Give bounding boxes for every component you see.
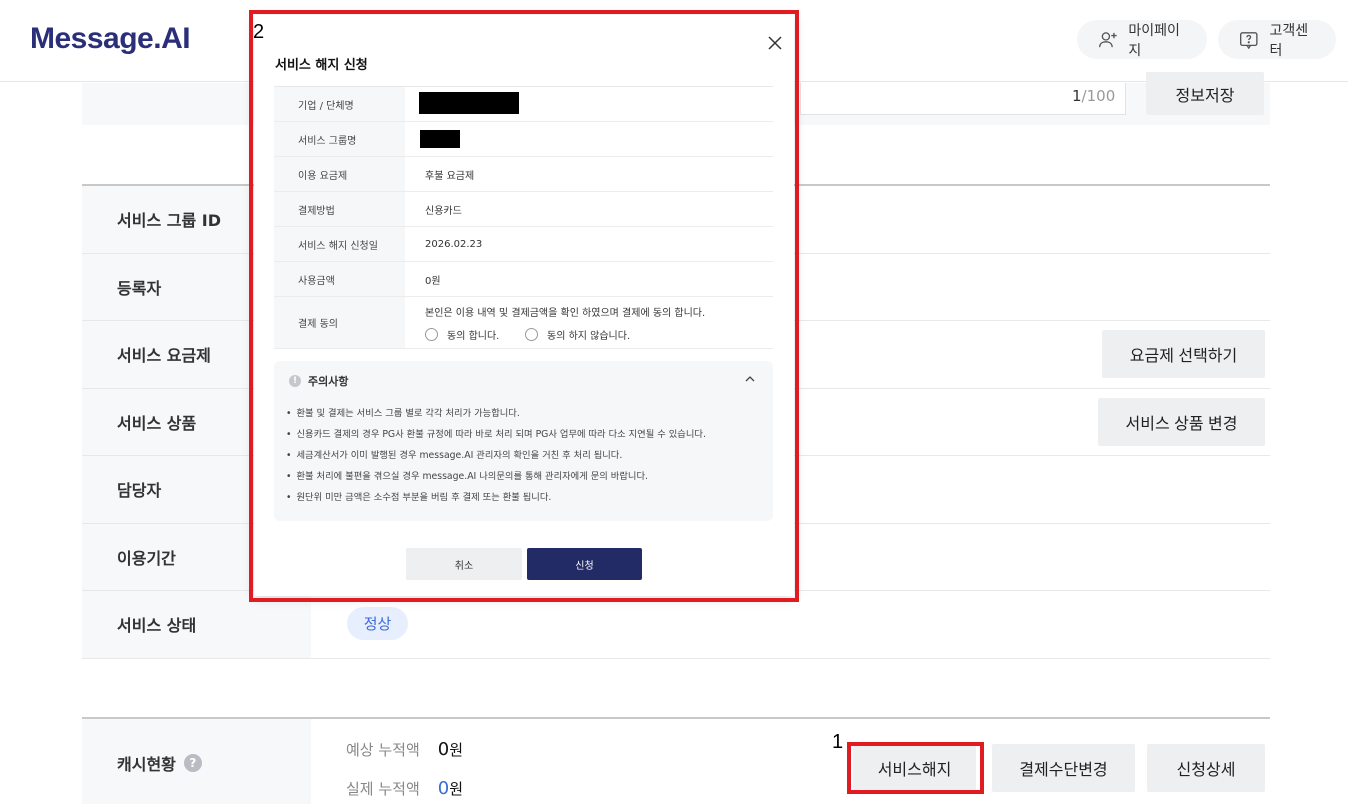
logo[interactable]: Message.AI xyxy=(30,22,191,56)
radio-circle[interactable] xyxy=(525,328,538,341)
modal-row: 결제방법 신용카드 xyxy=(274,192,773,227)
info-icon: ! xyxy=(289,375,301,387)
cancel-service-button[interactable]: 서비스해지 xyxy=(853,745,976,791)
modal-row-label: 기업 / 단체명 xyxy=(274,87,405,121)
modal-row: 서비스 해지 신청일 2026.02.23 xyxy=(274,227,773,262)
table-row: 서비스 상태 xyxy=(82,591,1270,659)
actual-total: 실제 누적액 0원 xyxy=(346,778,464,799)
status-badge: 정상 xyxy=(347,607,408,640)
change-payment-button[interactable]: 결제수단변경 xyxy=(992,744,1135,792)
notice-panel: ! 주의사항 환불 및 결제는 서비스 그룹 별로 각각 처리가 가능합니다. … xyxy=(274,361,773,521)
notice-header[interactable]: ! 주의사항 xyxy=(289,373,348,389)
cancel-service-modal: 서비스 해지 신청 기업 / 단체명 서비스 그룹명 이용 요금제 후불 요금제… xyxy=(254,15,794,596)
help-chat-icon xyxy=(1240,31,1258,49)
modal-row-value: 2026.02.23 xyxy=(425,238,483,250)
mypage-label: 마이페이지 xyxy=(1128,22,1180,59)
chevron-up-icon[interactable] xyxy=(744,373,756,385)
disagree-label: 동의 하지 않습니다. xyxy=(547,331,631,342)
notice-title: 주의사항 xyxy=(308,375,349,388)
redacted-company xyxy=(419,92,519,114)
save-info-button[interactable]: 정보저장 xyxy=(1146,72,1264,115)
modal-cancel-button[interactable]: 취소 xyxy=(406,548,522,580)
modal-row-label: 사용금액 xyxy=(274,262,405,296)
radio-circle[interactable] xyxy=(425,328,438,341)
redacted-group-name xyxy=(420,130,460,148)
consent-text: 본인은 이용 내역 및 결제금액을 확인 하였으며 결제에 동의 합니다. xyxy=(425,308,706,319)
modal-row: 서비스 그룹명 xyxy=(274,122,773,157)
modal-row: 사용금액 0원 xyxy=(274,262,773,297)
select-plan-button[interactable]: 요금제 선택하기 xyxy=(1102,330,1265,378)
user-add-icon xyxy=(1099,31,1117,47)
modal-row-value: 신용카드 xyxy=(425,205,462,217)
modal-apply-button[interactable]: 신청 xyxy=(527,548,642,580)
cash-label: 캐시현황 ? xyxy=(82,719,311,804)
modal-row-label: 결제방법 xyxy=(274,192,405,226)
help-icon[interactable]: ? xyxy=(183,753,202,772)
modal-title: 서비스 해지 신청 xyxy=(275,58,368,73)
close-icon[interactable] xyxy=(766,34,784,52)
agree-radio[interactable]: 동의 합니다. xyxy=(425,327,499,342)
list-item: 환불 처리에 불편을 겪으실 경우 message.AI 나의문의를 통해 관리… xyxy=(286,466,706,487)
mypage-button[interactable]: 마이페이지 xyxy=(1077,20,1207,59)
disagree-radio[interactable]: 동의 하지 않습니다. xyxy=(525,327,630,342)
agree-label: 동의 합니다. xyxy=(447,331,500,342)
list-item: 환불 및 결제는 서비스 그룹 별로 각각 처리가 가능합니다. xyxy=(286,403,706,424)
consent-label: 결제 동의 xyxy=(274,297,405,348)
list-item: 신용카드 결제의 경우 PG사 환불 규정에 따라 바로 처리 되며 PG사 업… xyxy=(286,424,705,445)
modal-info-table: 기업 / 단체명 서비스 그룹명 이용 요금제 후불 요금제 결제방법 신용카드… xyxy=(274,86,773,349)
change-product-button[interactable]: 서비스 상품 변경 xyxy=(1098,398,1265,446)
modal-row-value: 0원 xyxy=(425,275,441,287)
support-button[interactable]: 고객센터 xyxy=(1218,20,1336,59)
notice-list: 환불 및 결제는 서비스 그룹 별로 각각 처리가 가능합니다. 신용카드 결제… xyxy=(286,403,706,508)
expected-total: 예상 누적액 0원 xyxy=(346,739,464,760)
list-item: 세금계산서가 이미 발행된 경우 message.AI 관리자의 확인을 거친 … xyxy=(286,445,706,466)
modal-row-label: 서비스 그룹명 xyxy=(274,122,405,156)
char-counter: 1/100 xyxy=(1072,87,1116,105)
annotation-mark-1: 1 xyxy=(832,731,844,753)
modal-row: 이용 요금제 후불 요금제 xyxy=(274,157,773,192)
application-detail-button[interactable]: 신청상세 xyxy=(1147,744,1265,792)
support-label: 고객센터 xyxy=(1269,22,1309,59)
modal-row-value: 후불 요금제 xyxy=(425,170,475,182)
modal-row-label: 서비스 해지 신청일 xyxy=(274,227,405,261)
annotation-mark-2: 2 xyxy=(253,21,265,43)
modal-row: 기업 / 단체명 xyxy=(274,87,773,122)
consent-row: 결제 동의 본인은 이용 내역 및 결제금액을 확인 하였으며 결제에 동의 합… xyxy=(274,297,773,349)
modal-row-label: 이용 요금제 xyxy=(274,157,405,191)
row-label: 서비스 상태 xyxy=(82,591,311,658)
list-item: 원단위 미만 금액은 소수점 부분을 버림 후 결제 또는 환불 됩니다. xyxy=(286,487,706,508)
